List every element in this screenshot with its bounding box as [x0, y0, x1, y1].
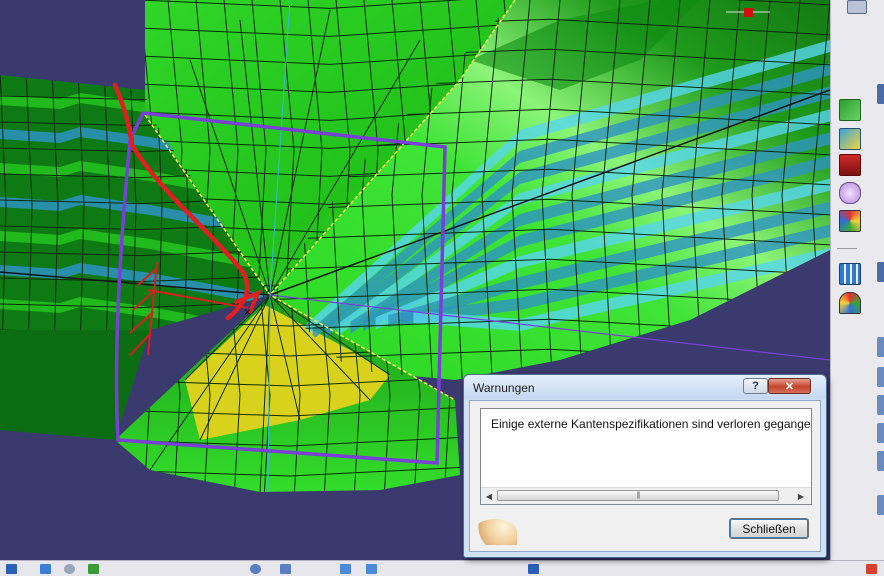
coloring-icon[interactable] [839, 292, 861, 314]
pan-icon[interactable] [88, 564, 99, 574]
quality-analysis-icon[interactable] [839, 210, 861, 232]
select-icon[interactable] [6, 564, 17, 574]
right-toolbar [830, 0, 884, 560]
toolbar-right-icon-8[interactable] [877, 495, 884, 515]
toolbar-right-icon-7[interactable] [877, 451, 884, 471]
warning-message: Einige externe Kantenspezifikationen sin… [491, 417, 812, 431]
snap-icon[interactable] [40, 564, 51, 574]
toolbar-right-icon-2[interactable] [877, 262, 884, 282]
help-button[interactable]: ? [743, 378, 768, 394]
toolbar-right-icon-6[interactable] [877, 423, 884, 443]
close-icon[interactable]: ✕ [768, 378, 811, 394]
dialog-title: Warnungen [473, 381, 535, 395]
dialog-body: Einige externe Kantenspezifikationen sin… [469, 400, 821, 552]
status-icon[interactable] [866, 564, 877, 574]
fit-all-icon[interactable] [280, 564, 291, 574]
warning-message-box[interactable]: Einige externe Kantenspezifikationen sin… [480, 408, 812, 505]
mesh-edit-icon[interactable] [839, 263, 861, 285]
scroll-left-icon[interactable]: ◀ [482, 489, 496, 503]
warnings-dialog: Warnungen ? ✕ Einige externe Kantenspezi… [463, 374, 827, 558]
toolbar-right-icon-3[interactable] [877, 337, 884, 357]
solid-mesh-icon[interactable] [839, 154, 861, 176]
zoom-icon[interactable] [64, 564, 75, 574]
edge-capture-icon[interactable] [839, 182, 861, 204]
toolbar-right-icon-1[interactable] [877, 84, 884, 104]
rotate-icon[interactable] [250, 564, 261, 574]
scroll-thumb[interactable]: ||| [497, 490, 779, 501]
normal-view-icon[interactable] [366, 564, 377, 574]
toolbar-right-icon-5[interactable] [877, 395, 884, 415]
close-button[interactable]: Schließen [729, 518, 809, 539]
bottom-toolbar [0, 560, 884, 576]
render-icon[interactable] [528, 564, 539, 574]
surface-mesh-icon[interactable] [839, 128, 861, 150]
scroll-right-icon[interactable]: ▶ [794, 489, 808, 503]
svg-text:×: × [244, 305, 251, 319]
view-icon[interactable] [340, 564, 351, 574]
compass-marker[interactable] [744, 8, 753, 17]
dialog-titlebar[interactable]: Warnungen ? ✕ [464, 375, 826, 399]
toolbar-top-icon[interactable] [847, 0, 867, 14]
toolbar-right-icon-4[interactable] [877, 367, 884, 387]
mesh-part-icon[interactable] [839, 99, 861, 121]
globe-decoration-icon [473, 519, 517, 545]
horizontal-scrollbar[interactable]: ◀ ||| ▶ [481, 487, 811, 504]
